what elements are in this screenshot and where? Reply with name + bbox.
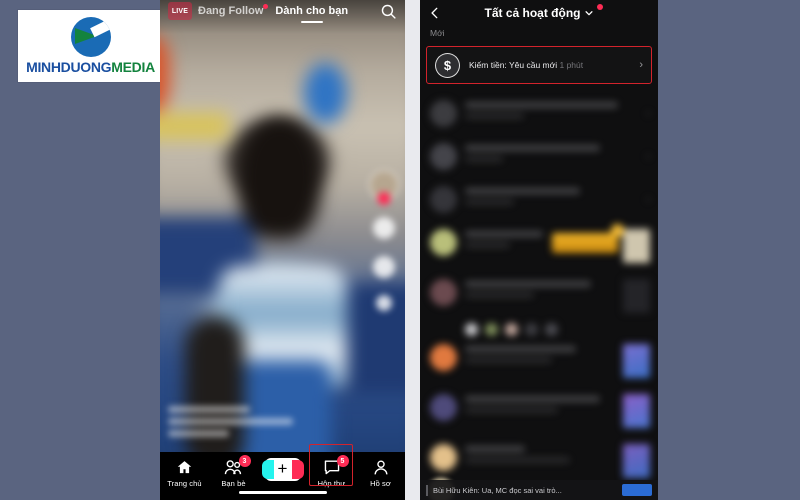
- list-item[interactable]: [420, 436, 658, 486]
- nav-label-home: Trang chủ: [167, 479, 202, 488]
- activity-list[interactable]: › › ›: [420, 92, 658, 500]
- list-item[interactable]: ›: [420, 135, 658, 178]
- like-icon[interactable]: [373, 217, 395, 239]
- monetization-title: Kiếm tiền: Yêu cầu mới: [469, 60, 558, 70]
- home-indicator: [238, 490, 327, 494]
- nav-item-profile[interactable]: Hồ sơ: [357, 458, 405, 488]
- search-icon[interactable]: [380, 3, 397, 20]
- notification-monetization[interactable]: $ Kiếm tiền: Yêu cầu mới 1 phút ›: [426, 46, 652, 84]
- list-item[interactable]: [420, 221, 658, 271]
- live-badge[interactable]: LIVE: [168, 2, 192, 20]
- watermark-logo: MINHDUONGMEDIA: [18, 10, 163, 82]
- list-item[interactable]: [420, 336, 658, 386]
- activity-title-label: Tất cả hoạt động: [484, 6, 581, 20]
- nav-item-home[interactable]: Trang chủ: [161, 458, 209, 488]
- video-caption: [168, 406, 320, 442]
- chevron-right-icon: ›: [639, 59, 643, 71]
- gift-sticker: [552, 224, 624, 253]
- share-icon[interactable]: [376, 295, 392, 311]
- comment-bar-divider: [426, 484, 428, 496]
- left-phone-screen: LIVE Đang Follow Dành cho bạn Trang chủ: [160, 0, 405, 500]
- minhduong-logo-icon: [70, 17, 111, 57]
- plus-icon[interactable]: +: [261, 458, 304, 481]
- monetization-text: Kiếm tiền: Yêu cầu mới 1 phút: [469, 60, 583, 70]
- chevron-down-icon: [584, 11, 593, 16]
- nav-label-profile: Hồ sơ: [370, 479, 391, 488]
- home-icon: [176, 458, 193, 476]
- inbox-highlight-box: [309, 444, 353, 486]
- activity-header: Tất cả hoạt động: [420, 0, 658, 26]
- chevron-left-icon[interactable]: [428, 6, 442, 20]
- tab-for-you[interactable]: Dành cho bạn: [269, 5, 354, 17]
- tab-following-label: Đang Follow: [198, 5, 264, 17]
- nav-item-create[interactable]: +: [259, 458, 307, 481]
- video-action-rail[interactable]: [369, 170, 399, 311]
- friends-badge: 3: [238, 455, 251, 467]
- emoji-reactions[interactable]: [420, 321, 658, 336]
- section-label-new: Mới: [430, 28, 445, 38]
- right-phone-screen: Tất cả hoạt động Mới $ Kiếm tiền: Yêu cầ…: [420, 0, 658, 500]
- list-item[interactable]: [420, 271, 658, 321]
- tiktok-top-bar: LIVE Đang Follow Dành cho bạn: [160, 0, 405, 22]
- comment-icon[interactable]: [373, 256, 395, 278]
- comment-preview-text: Bùi Hữu Kiên: Ua, MC đọc sai vai trò...: [433, 485, 562, 495]
- list-item[interactable]: [420, 386, 658, 436]
- nav-item-friends[interactable]: 3 Bạn bè: [210, 455, 258, 488]
- comment-preview-bar[interactable]: Bùi Hữu Kiên: Ua, MC đọc sai vai trò...: [420, 480, 658, 500]
- watermark-text: MINHDUONGMEDIA: [26, 59, 155, 75]
- tab-following-dot: [263, 4, 269, 9]
- nav-label-friends: Bạn bè: [221, 479, 246, 488]
- list-item[interactable]: ›: [420, 178, 658, 221]
- watermark-text-part2: MEDIA: [111, 59, 155, 75]
- monetization-time: 1 phút: [559, 60, 584, 70]
- comment-action-button[interactable]: [622, 484, 652, 496]
- activity-red-dot: [596, 4, 603, 10]
- live-label: LIVE: [171, 7, 189, 15]
- tab-for-you-label: Dành cho bạn: [275, 5, 349, 17]
- list-item[interactable]: ›: [420, 92, 658, 135]
- activity-title-dropdown[interactable]: Tất cả hoạt động: [484, 4, 603, 20]
- tab-following[interactable]: Đang Follow: [192, 4, 269, 17]
- watermark-text-part1: MINHDUONG: [26, 59, 112, 75]
- phone-separator: [405, 0, 420, 500]
- profile-icon: [373, 458, 389, 476]
- author-avatar[interactable]: [369, 170, 399, 205]
- dollar-coin-icon: $: [435, 52, 460, 78]
